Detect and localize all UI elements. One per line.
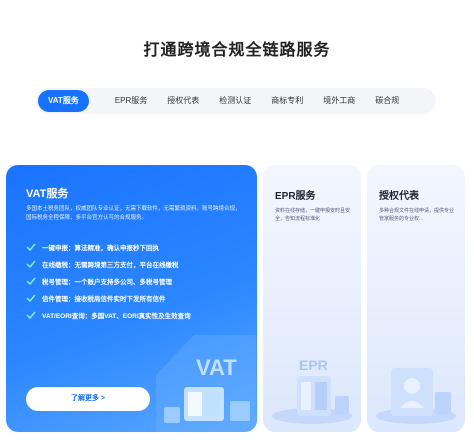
check-icon [26, 243, 36, 251]
auth-card-title: 授权代表 [379, 191, 419, 202]
tab-carbon-compliance[interactable]: 碳合规 [365, 90, 409, 112]
page-title: 打通跨境合规全链路服务 [143, 42, 331, 59]
auth-rep-card[interactable]: 授权代表 多种合规文件在线申请，提供专业管家服务的专业权... [367, 165, 465, 432]
vat-service-card[interactable]: VAT服务 多国本土税务团队，权威团队专业认证，无需下载软件，无需繁琐资料，账号… [6, 165, 257, 432]
feature-item: 在线缴税：无需跨境第三方支付，平台在线缴税 [26, 255, 191, 272]
feature-item: VAT/EORI查询：多国VAT、EORI真实性及生效查询 [26, 306, 191, 323]
epr-illustration: EPR [272, 357, 352, 424]
tab-overseas-business[interactable]: 境外工商 [313, 90, 365, 112]
tab-auth-rep[interactable]: 授权代表 [157, 90, 209, 112]
vat-feature-list: 一键申报：算法精准，确认申报秒下回执 在线缴税：无需跨境第三方支付，平台在线缴税… [26, 238, 191, 323]
vat-illustration-label: VAT [196, 355, 237, 380]
service-tabs: VAT服务 EPR服务 授权代表 检测认证 商标专利 境外工商 碳合规 [36, 88, 436, 114]
tab-trademark-patent[interactable]: 商标专利 [261, 90, 313, 112]
feature-item: 一键申报：算法精准，确认申报秒下回执 [26, 238, 191, 255]
tab-testing-cert[interactable]: 检测认证 [209, 90, 261, 112]
check-icon [26, 277, 36, 285]
check-icon [26, 311, 36, 319]
feature-text: 在线缴税：无需跨境第三方支付，平台在线缴税 [42, 261, 179, 269]
epr-service-card[interactable]: EPR服务 资料在线存储，一键申报安时且安全，告知流程标准化 EPR [263, 165, 361, 432]
feature-text: VAT/EORI查询：多国VAT、EORI真实性及生效查询 [42, 312, 191, 320]
auth-card-description: 多种合规文件在线申请，提供专业管家服务的专业权... [379, 208, 455, 222]
vat-card-title: VAT服务 [26, 188, 69, 200]
feature-item: 税号管理：一个账户支持多公司、多税号管理 [26, 272, 191, 289]
tab-vat[interactable]: VAT服务 [38, 90, 89, 112]
auth-illustration [376, 368, 456, 424]
vat-card-description: 多国本土税务团队，权威团队专业认证，无需下载软件，无需繁琐资料，账号跨境合规，国… [26, 206, 241, 221]
epr-illustration-label: EPR [299, 357, 328, 373]
check-icon [26, 294, 36, 302]
learn-more-button[interactable]: 了解更多 > [26, 387, 150, 411]
vat-illustration: VAT [156, 335, 256, 432]
feature-text: 信件管理：接收税局信件实时下发所有信件 [42, 295, 166, 303]
feature-text: 一键申报：算法精准，确认申报秒下回执 [42, 244, 159, 252]
epr-card-description: 资料在线存储，一键申报安时且安全，告知流程标准化 [275, 208, 351, 222]
check-icon [26, 260, 36, 268]
tab-epr[interactable]: EPR服务 [105, 90, 157, 112]
feature-item: 信件管理：接收税局信件实时下发所有信件 [26, 289, 191, 306]
epr-card-title: EPR服务 [275, 191, 316, 202]
feature-text: 税号管理：一个账户支持多公司、多税号管理 [42, 278, 172, 286]
